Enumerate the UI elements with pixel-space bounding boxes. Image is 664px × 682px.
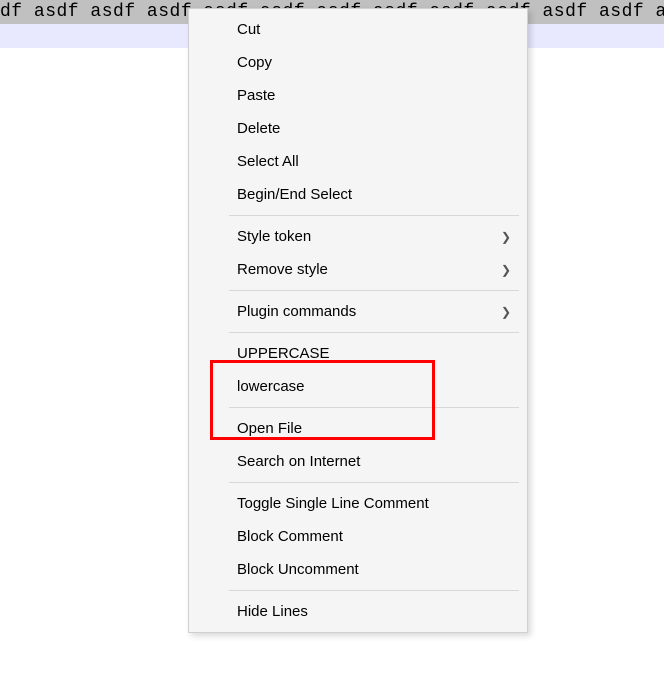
menu-item-label: UPPERCASE xyxy=(237,345,330,362)
menu-plugin-commands[interactable]: Plugin commands ❯ xyxy=(189,295,527,328)
context-menu: Cut Copy Paste Delete Select All Begin/End Se… xyxy=(188,8,528,633)
menu-item-label: Cut xyxy=(237,21,260,38)
menu-separator xyxy=(229,332,519,333)
menu-item-label: Toggle Single Line Comment xyxy=(237,495,429,512)
menu-toggle-single-line-comment[interactable]: Toggle Single Line Comment xyxy=(189,487,527,520)
menu-item-label: Delete xyxy=(237,120,280,137)
menu-item-label: Plugin commands xyxy=(237,303,356,320)
menu-select-all[interactable]: Select All xyxy=(189,145,527,178)
menu-item-label: Remove style xyxy=(237,261,328,278)
menu-block-uncomment[interactable]: Block Uncomment xyxy=(189,553,527,586)
menu-cut[interactable]: Cut xyxy=(189,13,527,46)
menu-hide-lines[interactable]: Hide Lines xyxy=(189,595,527,628)
menu-separator xyxy=(229,290,519,291)
chevron-right-icon: ❯ xyxy=(501,263,511,277)
menu-remove-style[interactable]: Remove style ❯ xyxy=(189,253,527,286)
menu-item-label: Search on Internet xyxy=(237,453,360,470)
menu-separator xyxy=(229,590,519,591)
menu-item-label: Select All xyxy=(237,153,299,170)
chevron-right-icon: ❯ xyxy=(501,230,511,244)
menu-lowercase[interactable]: lowercase xyxy=(189,370,527,403)
menu-item-label: Style token xyxy=(237,228,311,245)
menu-search-internet[interactable]: Search on Internet xyxy=(189,445,527,478)
menu-uppercase[interactable]: UPPERCASE xyxy=(189,337,527,370)
menu-item-label: Open File xyxy=(237,420,302,437)
menu-block-comment[interactable]: Block Comment xyxy=(189,520,527,553)
menu-paste[interactable]: Paste xyxy=(189,79,527,112)
menu-copy[interactable]: Copy xyxy=(189,46,527,79)
menu-item-label: Block Uncomment xyxy=(237,561,359,578)
menu-item-label: lowercase xyxy=(237,378,305,395)
menu-style-token[interactable]: Style token ❯ xyxy=(189,220,527,253)
menu-item-label: Hide Lines xyxy=(237,603,308,620)
menu-item-label: Paste xyxy=(237,87,275,104)
menu-separator xyxy=(229,215,519,216)
chevron-right-icon: ❯ xyxy=(501,305,511,319)
menu-separator xyxy=(229,407,519,408)
menu-open-file[interactable]: Open File xyxy=(189,412,527,445)
menu-begin-end-select[interactable]: Begin/End Select xyxy=(189,178,527,211)
menu-item-label: Begin/End Select xyxy=(237,186,352,203)
menu-item-label: Copy xyxy=(237,54,272,71)
menu-item-label: Block Comment xyxy=(237,528,343,545)
menu-separator xyxy=(229,482,519,483)
menu-delete[interactable]: Delete xyxy=(189,112,527,145)
